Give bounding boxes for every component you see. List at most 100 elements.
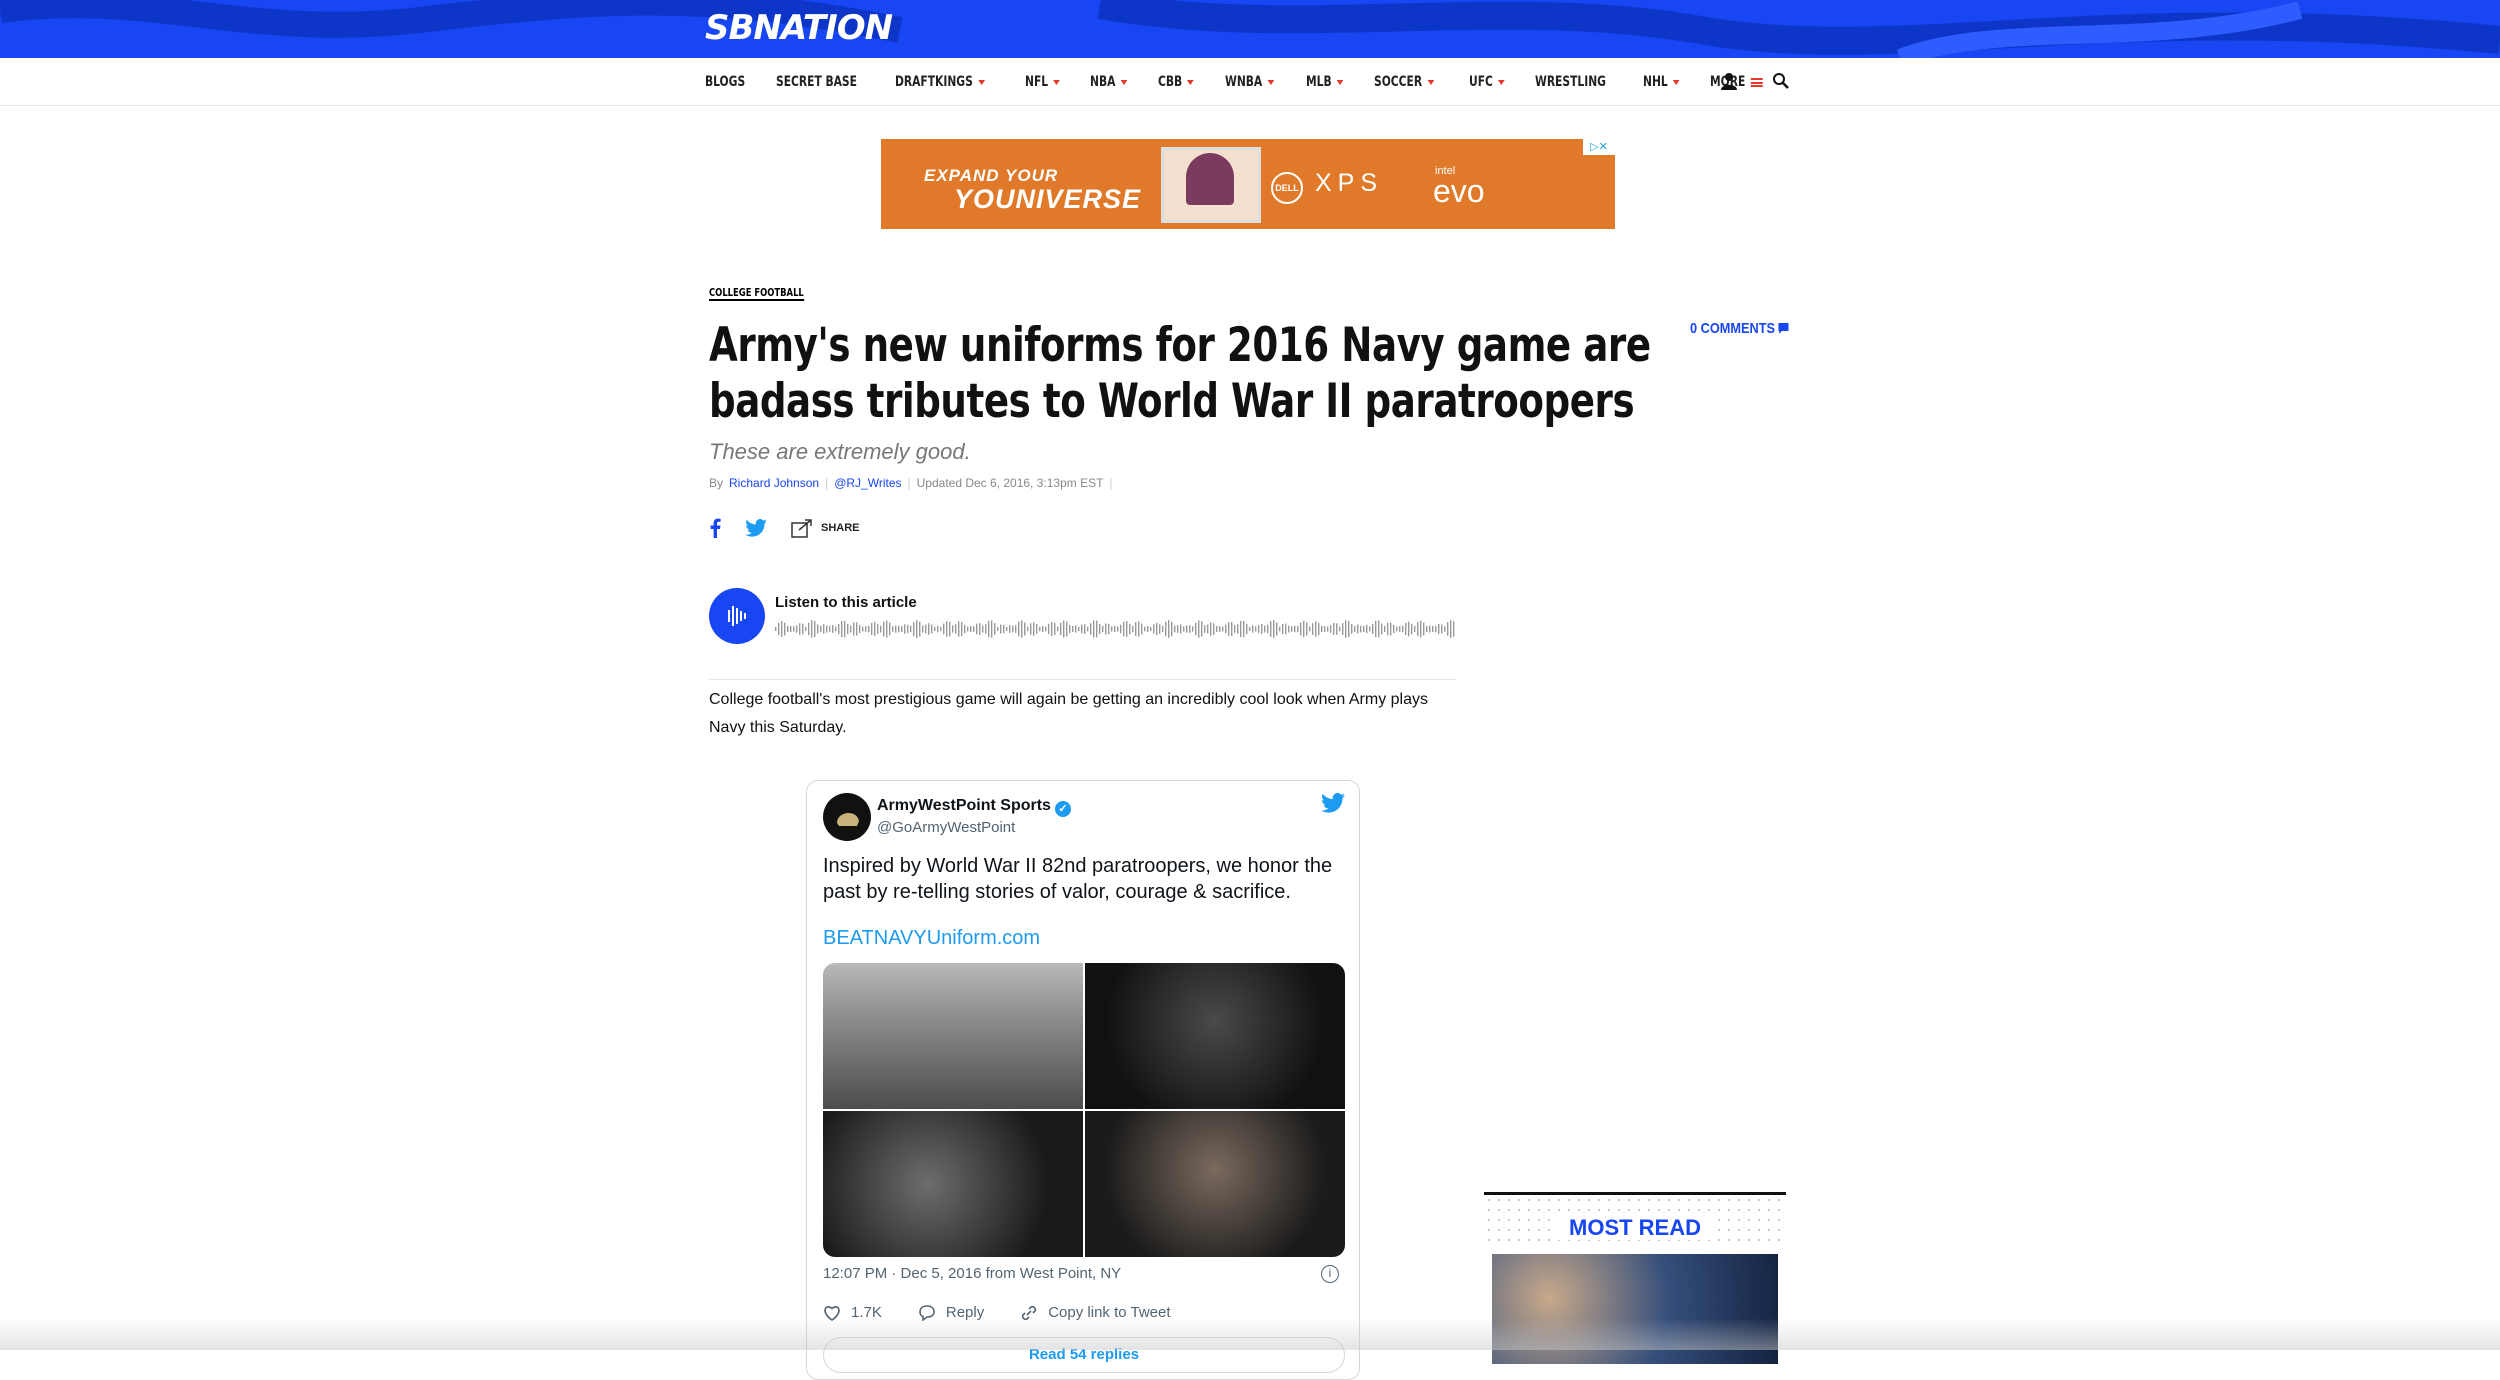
nav-item-label: SECRET BASE bbox=[776, 74, 858, 90]
nav-item-label: SOCCER bbox=[1374, 74, 1423, 90]
facebook-icon[interactable] bbox=[709, 518, 721, 538]
nav-item-wnba[interactable]: WNBA bbox=[1225, 74, 1274, 90]
tweet-author-name: ArmyWestPoint Sports bbox=[877, 797, 1051, 814]
waveform-bar bbox=[1186, 625, 1188, 633]
waveform-bar bbox=[1291, 626, 1293, 632]
waveform-bar bbox=[1282, 624, 1284, 634]
nav-item-mlb[interactable]: MLB bbox=[1306, 74, 1344, 90]
waveform-bar bbox=[784, 622, 786, 636]
waveform-bar bbox=[937, 625, 939, 633]
tweet-avatar[interactable] bbox=[823, 793, 871, 841]
waveform-bar bbox=[934, 626, 936, 632]
tweet-photo[interactable] bbox=[823, 1111, 1083, 1257]
waveform-bar bbox=[967, 626, 969, 632]
waveform-bar bbox=[1447, 622, 1449, 636]
waveform-bar bbox=[1288, 625, 1290, 633]
author-link[interactable]: Richard Johnson bbox=[729, 476, 819, 490]
nav-item-label: NFL bbox=[1024, 74, 1049, 90]
twitter-icon[interactable] bbox=[745, 519, 767, 537]
nav-item-nba[interactable]: NBA bbox=[1090, 74, 1128, 90]
caret-down-icon bbox=[1266, 79, 1274, 85]
waveform-bar bbox=[1303, 620, 1305, 638]
nav-item-blogs[interactable]: BLOGS bbox=[705, 74, 745, 90]
search-icon[interactable] bbox=[1772, 72, 1790, 90]
tweet-photo[interactable] bbox=[1085, 1111, 1345, 1257]
waveform-bar bbox=[1018, 621, 1020, 637]
waveform-bar bbox=[1432, 625, 1434, 633]
waveform-bar bbox=[1429, 625, 1431, 633]
twitter-bird-icon[interactable] bbox=[1321, 793, 1345, 813]
nav-item-nfl[interactable]: NFL bbox=[1025, 74, 1060, 90]
waveform-bar bbox=[850, 625, 852, 633]
waveform-bar bbox=[1198, 620, 1200, 638]
waveform-bar bbox=[940, 626, 942, 632]
waveform-bar bbox=[880, 625, 882, 633]
waveform-bar bbox=[1105, 623, 1107, 635]
waveform-bar bbox=[1324, 626, 1326, 632]
waveform-bar bbox=[1003, 624, 1005, 634]
sidebar-ad-slot bbox=[1484, 567, 1786, 1167]
waveform-bar bbox=[835, 626, 837, 632]
waveform-bar bbox=[1168, 620, 1170, 638]
waveform-bar bbox=[1090, 623, 1092, 635]
waveform-bar bbox=[1048, 623, 1050, 635]
caret-down-icon bbox=[1053, 79, 1060, 85]
nav-item-label: CBB bbox=[1158, 74, 1183, 90]
waveform-bar bbox=[889, 622, 891, 636]
nav-item-nhl[interactable]: NHL bbox=[1643, 74, 1680, 90]
waveform-bar bbox=[1108, 623, 1110, 635]
share-label[interactable]: SHARE bbox=[821, 522, 860, 534]
tweet-photo[interactable] bbox=[1085, 963, 1345, 1109]
share-icon[interactable] bbox=[791, 518, 813, 538]
waveform-bar bbox=[874, 621, 876, 637]
comments-link[interactable]: 0 COMMENTS bbox=[1690, 320, 1789, 337]
waveform-bar bbox=[1357, 624, 1359, 634]
waveform-bar bbox=[1057, 626, 1059, 632]
waveform-bar bbox=[1369, 626, 1371, 632]
audio-play-button[interactable] bbox=[709, 588, 765, 644]
sbnation-logo[interactable]: SBNATION bbox=[705, 8, 893, 48]
category-link[interactable]: COLLEGE FOOTBALL bbox=[709, 286, 804, 301]
tweet-handle[interactable]: @GoArmyWestPoint bbox=[877, 819, 1015, 836]
waveform-bar bbox=[1279, 626, 1281, 632]
tweet-timestamp[interactable]: 12:07 PM · Dec 5, 2016 from West Point, … bbox=[823, 1265, 1121, 1282]
nav-item-soccer[interactable]: SOCCER bbox=[1374, 74, 1435, 90]
tweet-text: Inspired by World War II 82nd paratroope… bbox=[823, 855, 1333, 903]
waveform-bar bbox=[781, 621, 783, 637]
waveform-bar bbox=[964, 624, 966, 634]
waveform-bar bbox=[1333, 623, 1335, 635]
nav-item-draftkings[interactable]: DRAFTKINGS bbox=[895, 74, 986, 90]
tweet-author[interactable]: ArmyWestPoint Sports ✓ bbox=[877, 797, 1071, 817]
waveform-bar bbox=[1030, 623, 1032, 635]
waveform-bar bbox=[1408, 621, 1410, 637]
waveform-bar bbox=[1300, 622, 1302, 636]
nav-item-wrestling[interactable]: WRESTLING bbox=[1535, 74, 1606, 90]
banner-ad[interactable]: EXPAND YOUR YOUNIVERSE DELL XPS intel ev… bbox=[881, 139, 1615, 229]
waveform-bar bbox=[1225, 624, 1227, 634]
waveform-bar bbox=[1270, 621, 1272, 637]
waveform-bar bbox=[1216, 625, 1218, 633]
waveform-bar bbox=[841, 620, 843, 638]
waveform-bar bbox=[1096, 620, 1098, 638]
waveform-bar bbox=[1081, 624, 1083, 634]
waveform-bar bbox=[838, 623, 840, 635]
nav-item-cbb[interactable]: CBB bbox=[1158, 74, 1195, 90]
audio-title: Listen to this article bbox=[775, 594, 917, 611]
tweet-link[interactable]: BEATNAVYUniform.com bbox=[823, 927, 1040, 950]
author-twitter-link[interactable]: @RJ_Writes bbox=[834, 476, 901, 490]
adchoices-icon[interactable]: ▷✕ bbox=[1583, 139, 1615, 155]
nav-item-secret-base[interactable]: SECRET BASE bbox=[776, 74, 857, 90]
tweet-photo[interactable] bbox=[823, 963, 1083, 1109]
waveform-bar bbox=[877, 624, 879, 634]
info-icon[interactable]: i bbox=[1321, 1265, 1339, 1283]
waveform-bar bbox=[970, 625, 972, 633]
waveform-bar bbox=[1363, 625, 1365, 633]
waveform-bar bbox=[991, 620, 993, 638]
waveform-bar bbox=[1222, 626, 1224, 632]
audio-waveform[interactable] bbox=[775, 618, 1457, 640]
waveform-bar bbox=[1255, 626, 1257, 632]
waveform-bar bbox=[1060, 622, 1062, 636]
nav-item-ufc[interactable]: UFC bbox=[1469, 74, 1505, 90]
user-icon[interactable] bbox=[1720, 72, 1738, 90]
bottom-fade bbox=[0, 1318, 2500, 1350]
